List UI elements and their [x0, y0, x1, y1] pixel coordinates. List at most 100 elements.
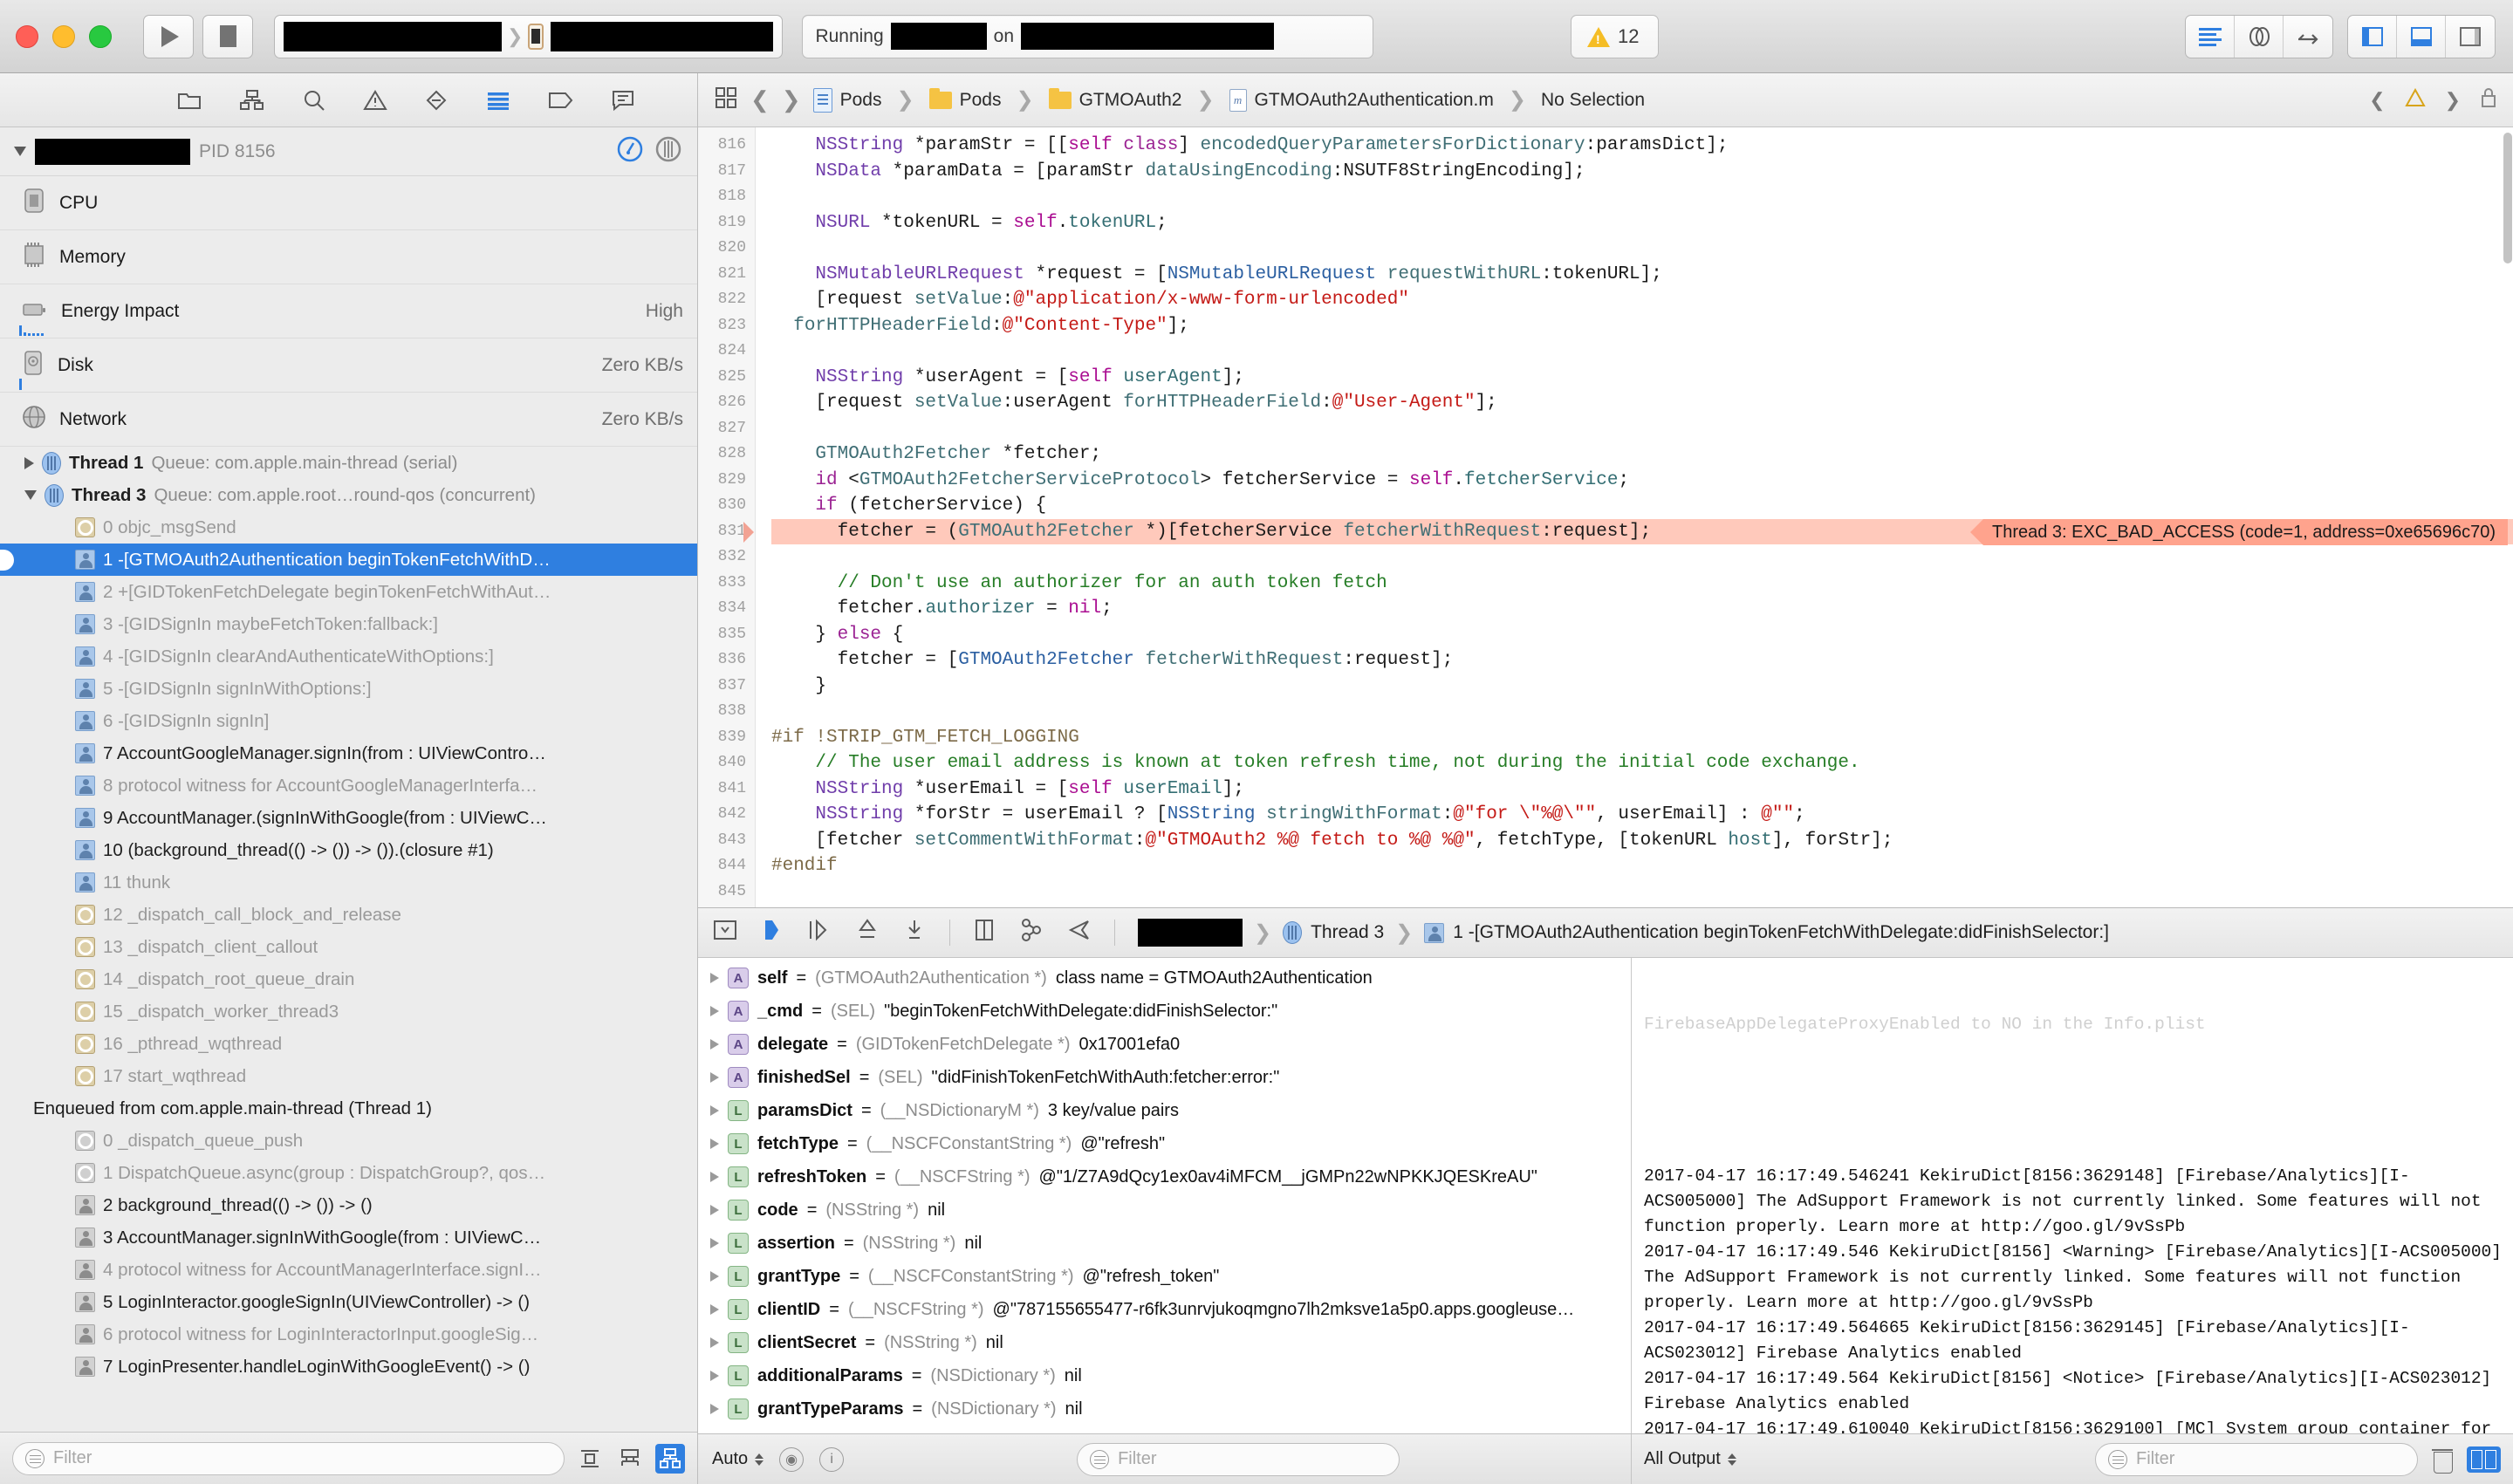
code-line[interactable]: [fetcher setCommentWithFormat:@"GTMOAuth… — [771, 828, 2513, 854]
code-line[interactable]: NSString *userEmail = [self userEmail]; — [771, 776, 2513, 803]
run-button[interactable] — [143, 14, 194, 58]
issue-navigator-icon[interactable] — [362, 89, 387, 112]
debug-navigator-icon[interactable] — [485, 89, 511, 112]
variable-row[interactable]: Aself = (GTMOAuth2Authentication *) class n… — [698, 961, 1631, 995]
stack-frame-row[interactable]: 7 AccountGoogleManager.signIn(from : UIV… — [0, 737, 697, 769]
gauges-view-icon[interactable] — [615, 134, 645, 168]
assistant-editor-button[interactable] — [2235, 16, 2284, 58]
variable-row[interactable]: Adelegate = (GIDTokenFetchDelegate *) 0x170… — [698, 1028, 1631, 1061]
variable-row[interactable]: LclientSecret = (NSString *) nil — [698, 1326, 1631, 1359]
breadcrumb-project[interactable]: Pods — [812, 87, 881, 113]
enqueued-frame-row[interactable]: 3 AccountManager.signInWithGoogle(from :… — [0, 1221, 697, 1254]
minimize-button[interactable] — [52, 24, 75, 48]
enqueued-frame-row[interactable]: 1 DispatchQueue.async(group : DispatchGr… — [0, 1157, 697, 1189]
source-editor[interactable]: 816 817 818 819 820 821 822 823 824 825 826 827 828 8… — [698, 127, 2513, 907]
scheme-selector[interactable]: ❯ — [274, 14, 784, 58]
navigator-filter-field[interactable]: Filter — [12, 1441, 565, 1475]
step-over-icon[interactable] — [806, 918, 832, 947]
variable-row[interactable]: Lassertion = (NSString *) nil — [698, 1227, 1631, 1260]
stack-frame-row[interactable]: 10 (background_thread(() -> ()) -> ()).(… — [0, 834, 697, 866]
stack-frame-row[interactable]: 17 start_wqthread — [0, 1060, 697, 1092]
stack-frame-row[interactable]: 3 -[GIDSignIn maybeFetchToken:fallback:] — [0, 608, 697, 640]
stack-frame-row[interactable]: 2 +[GIDTokenFetchDelegate beginTokenFetc… — [0, 576, 697, 608]
disclosure-triangle-icon[interactable] — [710, 973, 719, 983]
console-filter-field[interactable]: Filter — [2095, 1442, 2418, 1476]
project-navigator-icon[interactable] — [176, 89, 202, 112]
stack-frame-row[interactable]: 11 thunk — [0, 866, 697, 899]
stack-frame-row[interactable]: 8 protocol witness for AccountGoogleMana… — [0, 769, 697, 802]
gauge-memory[interactable]: Memory — [0, 230, 697, 284]
code-line[interactable]: #endif — [771, 853, 2513, 879]
code-line[interactable]: NSMutableURLRequest *request = [NSMutabl… — [771, 262, 2513, 288]
breakpoint-navigator-icon[interactable] — [548, 90, 574, 111]
show-only-crashed-button[interactable] — [575, 1444, 605, 1474]
editor-scrollbar[interactable] — [2503, 133, 2512, 263]
warning-count-badge[interactable]: 12 — [1571, 15, 1660, 58]
stack-frame-row[interactable]: 0 objc_msgSend — [0, 511, 697, 544]
test-navigator-icon[interactable] — [424, 89, 449, 112]
disclosure-triangle-icon[interactable] — [710, 1172, 719, 1182]
code-line[interactable]: fetcher = [GTMOAuth2Fetcher fetcherWithR… — [771, 647, 2513, 674]
step-out-icon[interactable] — [902, 918, 927, 947]
process-header[interactable]: PID 8156 — [0, 127, 697, 176]
code-line[interactable]: [request setValue:userAgent forHTTPHeade… — [771, 390, 2513, 416]
console-output[interactable]: FirebaseAppDelegateProxyEnabled to NO in… — [1632, 958, 2513, 1433]
show-all-frames-button[interactable] — [655, 1443, 685, 1474]
simulate-location-icon[interactable] — [1067, 918, 1092, 947]
debug-process-crumb[interactable]: ❯ Thread 3 ❯ 1 -[GTMOAuth2Authentication… — [1138, 919, 2109, 947]
stack-frame-row[interactable]: 13 _dispatch_client_callout — [0, 931, 697, 963]
threads-view-icon[interactable] — [654, 134, 683, 168]
code-line[interactable] — [771, 416, 2513, 442]
stack-frame-row[interactable]: 15 _dispatch_worker_thread3 — [0, 995, 697, 1028]
stack-frame-row[interactable]: 1 -[GTMOAuth2Authentication beginTokenFe… — [0, 544, 697, 576]
show-queues-button[interactable] — [615, 1444, 645, 1474]
continue-button[interactable] — [761, 918, 784, 947]
variable-row[interactable]: LgrantType = (__NSCFConstantString *) @"ref… — [698, 1260, 1631, 1293]
code-line[interactable]: NSData *paramData = [paramStr dataUsingE… — [771, 159, 2513, 185]
code-line[interactable]: NSString *paramStr = [[self class] encod… — [771, 133, 2513, 159]
variables-filter-field[interactable]: Filter — [1077, 1442, 1400, 1476]
code-line[interactable]: #if !STRIP_GTM_FETCH_LOGGING — [771, 725, 2513, 751]
clear-console-icon[interactable] — [2432, 1447, 2453, 1474]
variable-row[interactable]: LadditionalParams = (NSDictionary *) nil — [698, 1359, 1631, 1392]
toggle-console-split-button[interactable] — [2467, 1446, 2501, 1473]
code-line[interactable]: fetcher.bodyData = paramData; — [771, 905, 2513, 907]
variable-row[interactable]: LparamsDict = (__NSDictionaryM *) 3 key/val… — [698, 1094, 1631, 1127]
console-output-popup[interactable]: All Output — [1644, 1449, 1736, 1469]
code-line[interactable]: // Don't use an authorizer for an auth t… — [771, 571, 2513, 597]
enqueued-frame-row[interactable]: 0 _dispatch_queue_push — [0, 1125, 697, 1157]
variable-row[interactable]: A _cmd = (SEL) "beginTokenFetchWithDelegate:… — [698, 995, 1631, 1028]
code-line[interactable]: fetcher.authorizer = nil; — [771, 596, 2513, 622]
thread-row-1[interactable]: Thread 1 Queue: com.apple.main-thread (se… — [0, 447, 697, 479]
enqueued-frame-row[interactable]: 6 protocol witness for LoginInteractorIn… — [0, 1318, 697, 1351]
go-forward-icon[interactable]: ❯ — [782, 86, 801, 113]
variable-row[interactable]: Lcode = (NSString *) nil — [698, 1193, 1631, 1227]
gauge-network[interactable]: Network Zero KB/s — [0, 393, 697, 447]
code-line[interactable] — [771, 236, 2513, 262]
symbol-navigator-icon[interactable] — [302, 89, 326, 112]
variable-row[interactable]: LrefreshToken = (__NSCFString *) @"1/Z7A9dQ… — [698, 1160, 1631, 1193]
version-editor-button[interactable] — [2284, 16, 2332, 58]
code-line[interactable]: // The user email address is known at to… — [771, 750, 2513, 776]
disclosure-triangle-icon[interactable] — [14, 147, 26, 156]
code-line[interactable]: } — [771, 674, 2513, 700]
stack-frame-row[interactable]: 16 _pthread_wqthread — [0, 1028, 697, 1060]
code-line[interactable] — [771, 184, 2513, 210]
stack-frame-row[interactable]: 9 AccountManager.(signInWithGoogle(from … — [0, 802, 697, 834]
gauge-disk[interactable]: Disk Zero KB/s — [0, 339, 697, 393]
breadcrumb-file[interactable]: m GTMOAuth2Authentication.m — [1229, 88, 1494, 112]
code-line[interactable]: GTMOAuth2Fetcher *fetcher; — [771, 441, 2513, 468]
variable-row[interactable]: LfetchType = (__NSCFConstantString *) @"ref… — [698, 1127, 1631, 1160]
code-line[interactable]: forHTTPHeaderField:@"Content-Type"]; — [771, 313, 2513, 339]
debug-view-hierarchy-icon[interactable] — [973, 918, 996, 947]
thread-stack-list[interactable]: Thread 1 Queue: com.apple.main-thread (se… — [0, 447, 697, 1432]
variable-row[interactable]: AfinishedSel = (SEL) "didFinishTokenFetchWi… — [698, 1061, 1631, 1094]
standard-editor-button[interactable] — [2186, 16, 2235, 58]
disclosure-triangle-icon[interactable] — [710, 1238, 719, 1248]
disclosure-triangle-icon[interactable] — [710, 1371, 719, 1381]
toggle-navigator-button[interactable] — [2348, 16, 2397, 58]
code-line[interactable]: } else { — [771, 622, 2513, 648]
enqueued-frame-row[interactable]: 4 protocol witness for AccountManagerInt… — [0, 1254, 697, 1286]
code-line[interactable]: NSString *userAgent = [self userAgent]; — [771, 365, 2513, 391]
disclosure-triangle-icon[interactable] — [710, 1271, 719, 1282]
